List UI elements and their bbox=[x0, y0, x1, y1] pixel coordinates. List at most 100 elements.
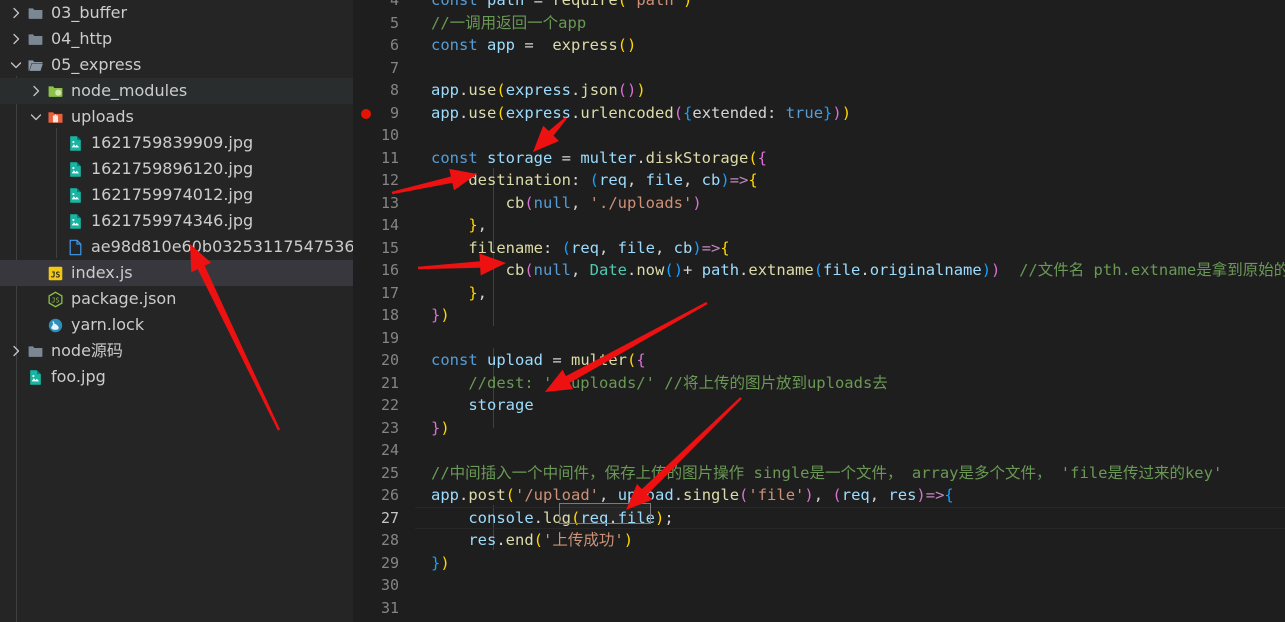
code-line[interactable]: 14 }, bbox=[353, 214, 1285, 237]
code-line[interactable]: 9 app.use(express.urlencoded({extended: t… bbox=[353, 102, 1285, 125]
code-text: //中间插入一个中间件，保存上传的图片操作 single是一个文件， array… bbox=[431, 462, 1222, 485]
line-number: 27 bbox=[380, 508, 399, 527]
code-token: ) bbox=[673, 261, 684, 279]
tree-row-uploads[interactable]: uploads bbox=[0, 104, 353, 130]
chevron-down-icon[interactable] bbox=[28, 109, 44, 125]
code-line[interactable]: 13 cb(null, './uploads') bbox=[353, 192, 1285, 215]
uploads-folder-open-icon bbox=[46, 108, 64, 126]
code-line[interactable]: 17 }, bbox=[353, 282, 1285, 305]
code-line[interactable]: 28 res.end('上传成功') bbox=[353, 529, 1285, 552]
code-token: req bbox=[571, 238, 599, 257]
code-token: { bbox=[944, 486, 954, 504]
line-number: 29 bbox=[380, 553, 399, 572]
code-line[interactable]: 7 bbox=[353, 57, 1285, 80]
chevron-right-icon[interactable] bbox=[8, 343, 24, 359]
code-token: } bbox=[468, 283, 478, 302]
code-line[interactable]: 30 bbox=[353, 574, 1285, 597]
code-line[interactable]: 11 const storage = multer.diskStorage({ bbox=[353, 147, 1285, 170]
tree-row-1621759974012-jpg[interactable]: 1621759974012.jpg bbox=[0, 182, 353, 208]
code-token: , bbox=[571, 193, 590, 212]
code-line[interactable]: 12 destination: (req, file, cb)=>{ bbox=[353, 169, 1285, 192]
code-token: = bbox=[543, 351, 571, 369]
code-token: //一调用返回一个app bbox=[431, 13, 587, 32]
file-tree[interactable]: 03_buffer 04_http 05_express node_modules up… bbox=[0, 0, 353, 390]
code-token: ) bbox=[981, 261, 992, 279]
code-token: app bbox=[431, 486, 459, 504]
code-line[interactable]: 29}) bbox=[353, 552, 1285, 575]
code-line[interactable]: 25 //中间插入一个中间件，保存上传的图片操作 single是一个文件， arr… bbox=[353, 462, 1285, 485]
tree-row-foo-jpg[interactable]: foo.jpg bbox=[0, 364, 353, 390]
node-modules-folder-icon bbox=[46, 82, 64, 100]
tree-row-yarn-lock[interactable]: yarn.lock bbox=[0, 312, 353, 338]
code-token: null bbox=[533, 261, 571, 279]
code-token: single bbox=[683, 486, 740, 504]
tree-row-label: foo.jpg bbox=[51, 366, 106, 386]
code-token: ) bbox=[440, 553, 450, 572]
code-text: app.post('/upload', upload.single('file'… bbox=[431, 484, 954, 507]
code-line[interactable]: 18}) bbox=[353, 304, 1285, 327]
tree-row-1621759974346-jpg[interactable]: 1621759974346.jpg bbox=[0, 208, 353, 234]
code-line[interactable]: 15 filename: (req, file, cb)=>{ bbox=[353, 237, 1285, 260]
tree-row-1621759839909-jpg[interactable]: 1621759839909.jpg bbox=[0, 130, 353, 156]
code-token: req bbox=[580, 508, 609, 527]
code-token: ) bbox=[832, 103, 842, 122]
code-token: ) bbox=[636, 81, 646, 99]
folder-icon bbox=[26, 4, 44, 22]
code-token: , bbox=[869, 486, 889, 504]
tree-row-node-[interactable]: node源码 bbox=[0, 338, 353, 364]
code-text: }) bbox=[431, 552, 450, 575]
code-token: . bbox=[627, 261, 637, 279]
tree-row-ae98d810e60b032531175475368886ec[interactable]: ae98d810e60b032531175475368886ec bbox=[0, 234, 353, 260]
code-line[interactable]: 20 const upload = multer({ bbox=[353, 349, 1285, 372]
code-line[interactable]: 10 bbox=[353, 124, 1285, 147]
line-number: 31 bbox=[380, 598, 399, 617]
code-token: true bbox=[785, 103, 824, 122]
twisty-placeholder bbox=[48, 161, 64, 177]
tree-row-package-json[interactable]: JS package.json bbox=[0, 286, 353, 312]
code-line[interactable]: 31 bbox=[353, 597, 1285, 620]
code-line[interactable]: 19 bbox=[353, 327, 1285, 350]
chevron-right-icon[interactable] bbox=[8, 31, 24, 47]
code-line[interactable]: 16 cb(null, Date.now()+ path.extname(fil… bbox=[353, 259, 1285, 282]
code-token: { bbox=[748, 171, 758, 189]
line-number: 17 bbox=[380, 283, 399, 302]
tree-row-04-http[interactable]: 04_http bbox=[0, 26, 353, 52]
code-token: '/upload' bbox=[515, 486, 600, 504]
chevron-down-icon[interactable] bbox=[8, 57, 24, 73]
code-line[interactable]: 27 console.log(req.file); bbox=[353, 506, 1285, 529]
code-text: app.use(express.json()) bbox=[431, 79, 646, 102]
tree-row-1621759896120-jpg[interactable]: 1621759896120.jpg bbox=[0, 156, 353, 182]
code-token: ) bbox=[991, 261, 1001, 279]
file-explorer-panel[interactable]: 03_buffer 04_http 05_express node_modules up… bbox=[0, 0, 353, 622]
code-line[interactable]: 22 storage bbox=[353, 394, 1285, 417]
tree-row-05-express[interactable]: 05_express bbox=[0, 52, 353, 78]
code-line[interactable]: 6 const app = express() bbox=[353, 34, 1285, 57]
code-text: filename: (req, file, cb)=>{ bbox=[431, 237, 729, 260]
chevron-right-icon[interactable] bbox=[28, 83, 44, 99]
code-token: ( bbox=[739, 486, 749, 504]
code-token: } bbox=[431, 553, 441, 572]
code-line[interactable]: 23}) bbox=[353, 417, 1285, 440]
tree-row-node-modules[interactable]: node_modules bbox=[0, 78, 353, 104]
tree-row-03-buffer[interactable]: 03_buffer bbox=[0, 0, 353, 26]
code-token: } bbox=[468, 216, 478, 234]
code-line[interactable]: 21 //dest: './uploads/' //将上传的图片放到upload… bbox=[353, 372, 1285, 395]
code-line[interactable]: 24 bbox=[353, 439, 1285, 462]
code-token: => bbox=[701, 238, 721, 257]
code-line[interactable]: 26 app.post('/upload', upload.single('fil… bbox=[353, 484, 1285, 507]
code-line[interactable]: 5 //一调用返回一个app bbox=[353, 12, 1285, 35]
tree-row-index-js[interactable]: JS index.js bbox=[0, 260, 353, 286]
code-line[interactable]: 4 const path = require('path') bbox=[353, 0, 1285, 12]
code-token: urlencoded bbox=[580, 103, 674, 122]
folder-open-icon bbox=[26, 56, 44, 74]
code-token: { bbox=[683, 103, 693, 122]
chevron-right-icon[interactable] bbox=[8, 5, 24, 21]
code-editor-surface[interactable]: 4 const path = require('path') 5//一调用返回一个a… bbox=[353, 0, 1285, 622]
code-line[interactable]: 8 app.use(express.json()) bbox=[353, 79, 1285, 102]
code-token: . bbox=[673, 486, 684, 504]
code-token: ) bbox=[683, 0, 693, 9]
